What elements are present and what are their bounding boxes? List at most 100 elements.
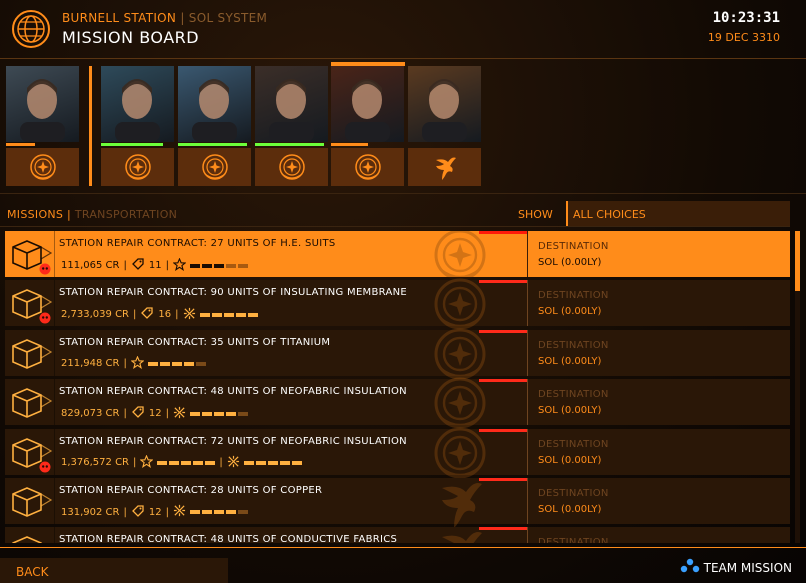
cargo-icon <box>5 428 55 475</box>
contact-portrait[interactable] <box>408 66 481 186</box>
reputation-bar <box>255 143 324 146</box>
tab-missions[interactable]: MISSIONS <box>7 208 63 221</box>
mission-details: 211,948 CR | <box>61 355 206 372</box>
separator: | <box>219 457 223 469</box>
station-location: BURNELL STATION | SOL SYSTEM <box>62 11 267 25</box>
tag-icon <box>140 306 154 323</box>
contact-portrait[interactable] <box>178 66 251 186</box>
mission-row[interactable]: STATION REPAIR CONTRACT: 90 UNITS OF INS… <box>5 278 790 330</box>
combat-rank-icon <box>227 455 240 471</box>
mission-reward: 829,073 CR <box>61 408 120 420</box>
federation-emblem-icon <box>255 148 328 186</box>
mission-details: 131,902 CR | 12 | <box>61 504 248 521</box>
section-divider <box>0 193 806 194</box>
tab-transportation[interactable]: TRANSPORTATION <box>75 208 177 221</box>
mission-marker <box>479 527 527 531</box>
destination-label: DESTINATION <box>538 339 609 351</box>
breadcrumb: MISSIONS | TRANSPORTATION <box>7 208 177 221</box>
reputation-bar <box>178 143 247 146</box>
contact-portrait[interactable] <box>6 66 79 186</box>
cargo-icon <box>5 280 55 327</box>
destination-label: DESTINATION <box>538 537 609 543</box>
destination-value: SOL (0.00LY) <box>538 405 602 417</box>
contact-portrait[interactable] <box>331 66 404 186</box>
mission-row[interactable]: STATION REPAIR CONTRACT: 35 UNITS OF TIT… <box>5 328 790 380</box>
contact-avatar <box>101 66 174 142</box>
cargo-icon <box>5 477 55 524</box>
mission-title: STATION REPAIR CONTRACT: 90 UNITS OF INS… <box>59 287 408 299</box>
system-name: SOL SYSTEM <box>188 11 268 25</box>
mission-title: STATION REPAIR CONTRACT: 48 UNITS OF NEO… <box>59 386 407 398</box>
mission-title: STATION REPAIR CONTRACT: 48 UNITS OF CON… <box>59 534 398 543</box>
mission-title: STATION REPAIR CONTRACT: 27 UNITS OF H.E… <box>59 238 336 249</box>
tag-count: 11 <box>148 260 162 271</box>
federation-emblem-icon <box>178 148 251 186</box>
tabs-divider <box>0 226 790 227</box>
mission-reward: 211,948 CR <box>61 358 120 370</box>
contact-avatar <box>255 66 328 142</box>
tag-icon <box>131 504 145 521</box>
reputation-bar <box>101 143 163 146</box>
destination-label: DESTINATION <box>538 241 609 252</box>
separator: | <box>133 309 137 321</box>
mission-reward: 1,376,572 CR <box>61 457 130 469</box>
destination-value: SOL (0.00LY) <box>538 503 602 515</box>
separator: | <box>123 260 127 271</box>
mission-details: 2,733,039 CR | 16 | <box>61 306 258 323</box>
mission-details: 111,065 CR | 11 | <box>61 257 248 274</box>
destination-value: SOL (0.00LY) <box>538 306 602 318</box>
location-separator: | <box>180 11 185 25</box>
destination-divider <box>527 231 528 277</box>
mission-row[interactable]: STATION REPAIR CONTRACT: 72 UNITS OF NEO… <box>5 427 790 479</box>
contact-avatar <box>408 66 481 142</box>
destination-label: DESTINATION <box>538 438 609 450</box>
mission-row[interactable]: STATION REPAIR CONTRACT: 48 UNITS OF CON… <box>5 527 790 543</box>
separator: | <box>165 408 169 420</box>
mission-reward: 111,065 CR <box>61 260 120 271</box>
destination-divider <box>527 527 528 543</box>
contacts-strip <box>0 62 806 188</box>
mission-row[interactable]: STATION REPAIR CONTRACT: 27 UNITS OF H.E… <box>5 231 790 281</box>
reputation-meter <box>243 460 302 465</box>
reputation-meter <box>189 263 248 268</box>
mission-reward: 2,733,039 CR <box>61 309 130 321</box>
separator: | <box>175 309 179 321</box>
mission-reward: 131,902 CR <box>61 506 120 518</box>
combat-rank-icon <box>183 307 196 323</box>
destination-divider <box>527 428 528 475</box>
destination-divider <box>527 280 528 327</box>
station-name: BURNELL STATION <box>62 11 177 25</box>
mission-marker <box>479 329 527 333</box>
cargo-icon <box>5 379 55 426</box>
phoenix-emblem-icon <box>408 148 481 186</box>
reputation-meter <box>189 411 248 416</box>
header-divider <box>0 58 806 59</box>
filter-dropdown[interactable]: ALL CHOICES <box>566 201 790 226</box>
reputation-meter <box>147 361 206 366</box>
breadcrumb-separator: | <box>67 208 72 221</box>
mission-title: STATION REPAIR CONTRACT: 28 UNITS OF COP… <box>59 484 323 496</box>
contact-portrait[interactable] <box>101 66 174 186</box>
team-mission-button[interactable]: TEAM MISSION <box>680 558 792 577</box>
star-icon <box>130 355 145 372</box>
tag-count: 12 <box>148 408 162 420</box>
separator: | <box>123 408 127 420</box>
team-icon <box>680 558 700 577</box>
separator: | <box>165 506 169 518</box>
mission-row[interactable]: STATION REPAIR CONTRACT: 48 UNITS OF NEO… <box>5 377 790 429</box>
back-button[interactable]: BACK <box>0 558 228 583</box>
reputation-bar <box>331 143 368 146</box>
contact-avatar <box>331 66 404 142</box>
combat-rank-icon <box>173 406 186 422</box>
destination-divider <box>527 329 528 376</box>
scrollbar-thumb[interactable] <box>795 231 800 291</box>
mission-row[interactable]: STATION REPAIR CONTRACT: 28 UNITS OF COP… <box>5 477 790 528</box>
contact-portrait[interactable] <box>255 66 328 186</box>
contact-avatar <box>178 66 251 142</box>
tag-count: 16 <box>158 309 172 321</box>
date: 19 DEC 3310 <box>707 31 780 44</box>
destination-divider <box>527 477 528 524</box>
cargo-icon <box>5 329 55 376</box>
tag-icon <box>131 405 145 422</box>
destination-value: SOL (0.00LY) <box>538 257 602 268</box>
